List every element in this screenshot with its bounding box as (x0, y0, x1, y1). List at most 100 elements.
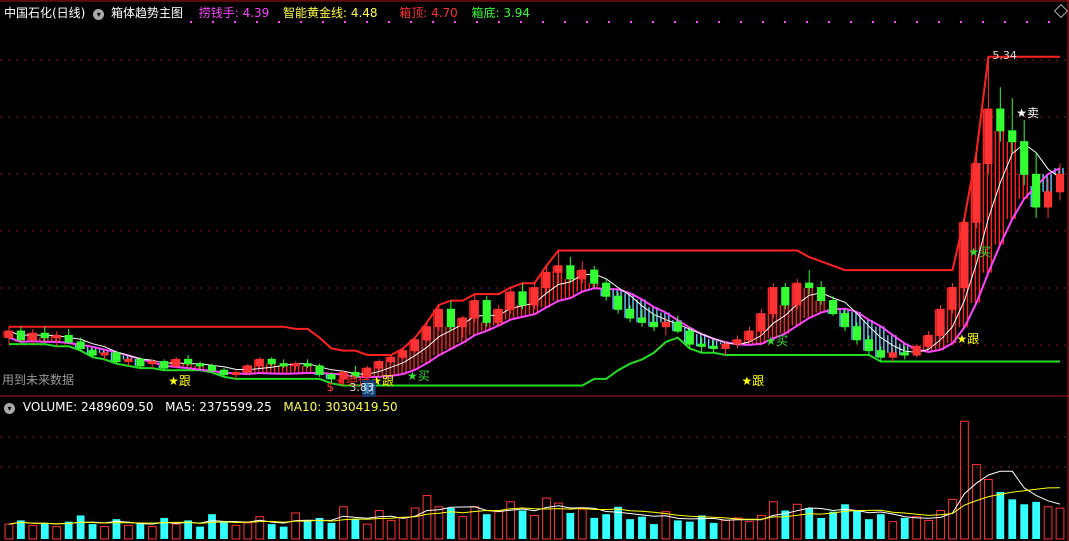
volume-bar (1008, 499, 1017, 539)
volume-bar (900, 517, 909, 539)
candle-body (1055, 173, 1065, 193)
volume-header: ▾ VOLUME: 2489609.50 MA5: 2375599.25 MA1… (4, 400, 398, 414)
candle-body (852, 326, 862, 341)
volume-label: VOLUME (22, 400, 74, 414)
candle-body (900, 352, 909, 356)
candle-body (542, 271, 551, 289)
volume-bar (303, 520, 312, 539)
volume-bar (673, 520, 682, 539)
candle-body (602, 282, 611, 297)
top-marker-dot (498, 21, 500, 23)
candle-body (4, 330, 14, 339)
signal-follow-3: ★跟 (741, 374, 765, 388)
candle-body (28, 332, 37, 341)
top-marker-dot (1048, 21, 1050, 23)
candle-body (781, 287, 790, 306)
candle-body (769, 287, 778, 315)
candle-body (16, 330, 25, 341)
top-marker-dot (608, 21, 610, 23)
volume-bar (279, 526, 288, 539)
candle-body (745, 330, 754, 341)
candle-body (625, 308, 635, 319)
candle-body (661, 321, 670, 328)
candle-body (637, 317, 647, 323)
volume-bar (315, 517, 324, 539)
volume-bar (28, 524, 38, 540)
top-marker-dot (674, 21, 676, 23)
top-marker-dot (850, 21, 852, 23)
ma10-label: MA10 (283, 400, 318, 414)
box-top-label: 箱顶 (399, 6, 424, 20)
candle-body (195, 363, 205, 367)
volume-bar (566, 512, 575, 539)
top-marker-dot (278, 21, 280, 23)
volume-bar (518, 510, 527, 539)
high-price-label: 5.34 (992, 48, 1017, 62)
volume-bar (327, 522, 336, 539)
signal-buy-1: ★买 (407, 368, 430, 383)
volume-bar (374, 509, 384, 540)
indicator-name[interactable]: 箱体趋势主图 (111, 6, 183, 20)
stock-name[interactable]: 中国石化(日线) (4, 6, 85, 20)
volume-bar (171, 523, 181, 540)
chevron-down-icon[interactable]: ▾ (93, 9, 105, 20)
candle-body (649, 321, 659, 328)
dollar-badge[interactable]: $ (326, 380, 334, 394)
candle-body (422, 326, 432, 341)
volume-chevron-icon[interactable]: ▾ (4, 403, 15, 414)
volume-bar (542, 497, 551, 540)
candle-body (315, 365, 324, 376)
volume-bar (231, 524, 241, 540)
box-bottom-label: 箱底 (471, 6, 496, 20)
volume-bar (626, 519, 634, 539)
volume-bar (924, 519, 934, 540)
ma5-label: MA5 (165, 400, 192, 414)
volume-bar (76, 515, 85, 539)
volume-bar (1043, 506, 1053, 540)
top-marker-dot (586, 21, 588, 23)
top-marker-dot (1026, 21, 1028, 23)
signal-sell: ★卖 (1016, 105, 1039, 120)
golden-line-label: 智能黄金线 (282, 6, 343, 20)
volume-bar (829, 511, 837, 539)
volume-bar (602, 514, 611, 539)
box-bottom-value: 3.94 (503, 6, 531, 20)
candle-body (482, 300, 491, 323)
volume-bar (506, 501, 515, 540)
volume-bar (136, 522, 145, 539)
candle-body (76, 341, 85, 349)
top-marker-dot (630, 21, 632, 23)
top-marker-dot (388, 21, 390, 23)
candle-body (554, 265, 563, 273)
money-hand-value: 4.39 (242, 6, 270, 20)
volume-bar (1020, 504, 1029, 539)
volume-bar (888, 521, 898, 540)
volume-bar (410, 507, 420, 540)
top-marker-dot (696, 21, 698, 23)
candle-body (924, 334, 933, 347)
candle-body (52, 334, 61, 339)
volume-bar (196, 526, 204, 539)
volume-bar (351, 519, 360, 539)
candle-body (530, 287, 539, 306)
volume-bar (267, 524, 276, 539)
signal-buy-2: ★买 (765, 334, 789, 348)
volume-bar (160, 517, 169, 539)
candle-body (888, 352, 897, 358)
volume-bar (1032, 501, 1041, 539)
chart-canvas[interactable] (0, 0, 1069, 541)
volume-bar (88, 524, 97, 539)
candle-body (840, 313, 850, 328)
volume-ma5-line (8, 470, 1061, 525)
volume-bar (817, 517, 826, 539)
top-marker-dot (212, 21, 214, 23)
volume-bar (124, 524, 133, 540)
candle-body (912, 345, 921, 356)
candle-body (805, 282, 814, 289)
volume-bar (339, 506, 348, 540)
ribbon-fill (3, 109, 1064, 379)
candle-body (88, 350, 97, 356)
top-marker-dot (762, 21, 764, 23)
candle-body (518, 291, 527, 306)
candle-body (434, 308, 444, 328)
